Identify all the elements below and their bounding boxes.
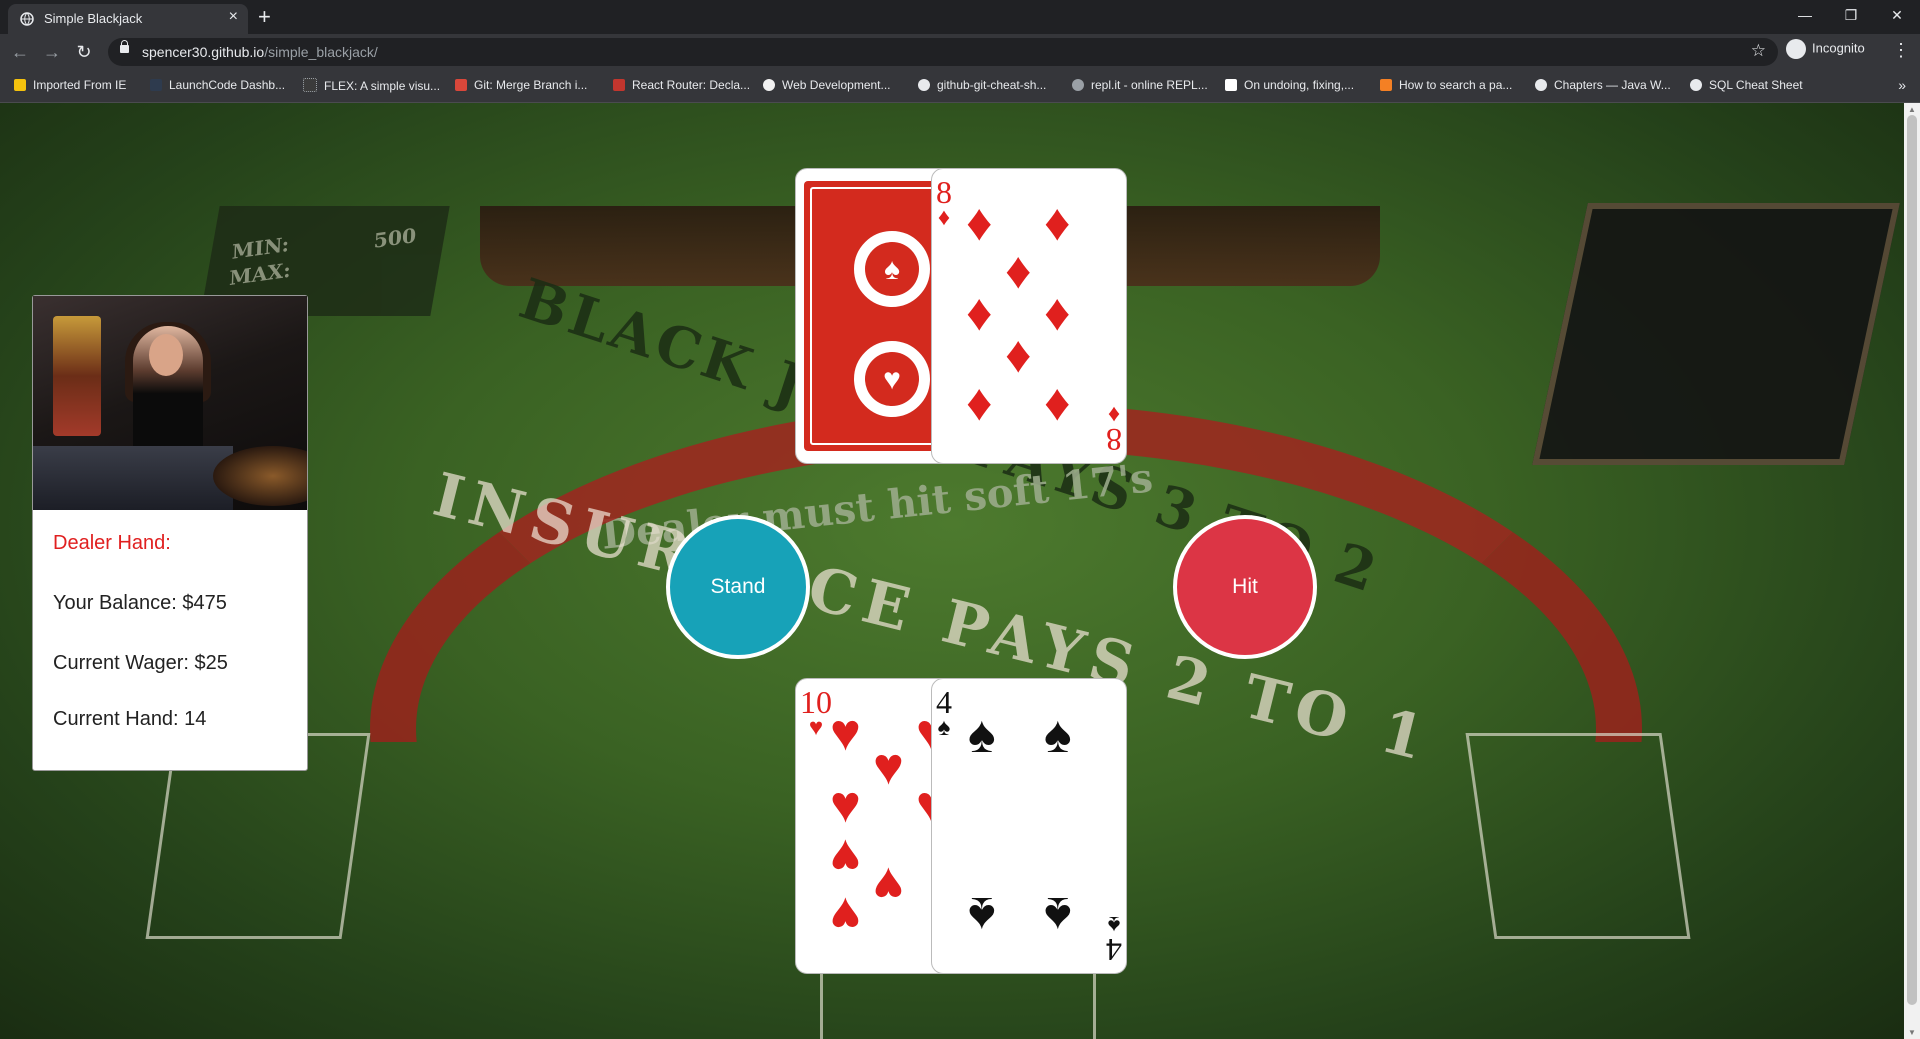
bookmark-item[interactable]: Git: Merge Branch i... xyxy=(455,78,587,92)
url-text: spencer30.github.io/simple_blackjack/ xyxy=(142,44,378,60)
current-hand-text: Current Hand: 14 xyxy=(53,708,207,730)
browser-toolbar: ← → ↻ spencer30.github.io/simple_blackja… xyxy=(0,34,1920,70)
back-icon[interactable]: ← xyxy=(8,40,32,64)
bookmark-favicon xyxy=(1380,79,1392,91)
bookmark-item[interactable]: LaunchCode Dashb... xyxy=(150,78,285,92)
globe-icon xyxy=(1535,79,1547,91)
stand-button[interactable]: Stand xyxy=(666,515,810,659)
menu-icon[interactable]: ⋮ xyxy=(1892,40,1910,61)
bookmarks-overflow-icon[interactable]: » xyxy=(1898,77,1906,93)
diamond-pip-icon: ♦ xyxy=(966,194,993,252)
diamond-pip-icon: ♦ xyxy=(1044,284,1071,342)
hit-button[interactable]: Hit xyxy=(1173,515,1317,659)
spade-pip-icon: ♠ xyxy=(968,706,996,764)
bookmark-favicon xyxy=(1072,79,1084,91)
dealer-card-8-diamonds: 8 ♦ 8 ♦ ♦ ♦ ♦ ♦ ♦ ♦ ♦ ♦ xyxy=(931,168,1127,464)
slot-machine xyxy=(53,316,101,436)
betting-box xyxy=(1465,733,1691,939)
bookmark-star-icon[interactable]: ☆ xyxy=(1751,41,1766,61)
heart-pip-icon: ♥ xyxy=(873,856,904,914)
bookmark-favicon xyxy=(1225,79,1237,91)
card-corner: 4 ♠ xyxy=(936,684,952,741)
heart-pip-icon: ♥ xyxy=(830,704,861,762)
balance-text: Your Balance: $475 xyxy=(53,592,227,614)
tab-title: Simple Blackjack xyxy=(44,11,143,26)
heart-pip-icon: ♥ xyxy=(830,776,861,834)
new-tab-button[interactable]: + xyxy=(258,4,271,30)
window-close-icon[interactable]: ✕ xyxy=(1874,0,1920,32)
incognito-icon xyxy=(1786,39,1806,59)
scroll-down-icon[interactable]: ▼ xyxy=(1908,1028,1916,1037)
casino-dealer-photo xyxy=(33,296,307,510)
folder-icon xyxy=(14,79,26,91)
bookmark-favicon xyxy=(763,79,775,91)
spade-seal-icon xyxy=(854,231,930,307)
spade-pip-icon: ♠ xyxy=(1044,706,1072,764)
globe-icon xyxy=(918,79,930,91)
page-scrollbar[interactable]: ▲ ▼ xyxy=(1904,103,1920,1039)
diamond-pip-icon: ♦ xyxy=(966,374,993,432)
spade-pip-icon: ♠ xyxy=(968,886,996,944)
bookmark-item[interactable]: Imported From IE xyxy=(14,78,126,92)
dealer-hand-label: Dealer Hand: xyxy=(53,532,171,554)
bookmark-item[interactable]: FLEX: A simple visu... xyxy=(303,78,440,93)
card-corner: 8 ♦ xyxy=(1106,401,1122,458)
restore-icon[interactable]: ❐ xyxy=(1828,0,1874,32)
game-info-card: Dealer Hand: Your Balance: $475 Current … xyxy=(32,295,308,771)
bookmark-item[interactable]: SQL Cheat Sheet xyxy=(1690,78,1803,92)
player-card-4-spades: 4 ♠ 4 ♠ ♠ ♠ ♠ ♠ xyxy=(931,678,1127,974)
card-corner: 4 ♠ xyxy=(1106,911,1122,968)
bookmarks-bar: Imported From IE LaunchCode Dashb... FLE… xyxy=(0,70,1920,103)
card-corner: 8 ♦ xyxy=(936,174,952,231)
diamond-pip-icon: ♦ xyxy=(1044,194,1071,252)
bookmark-item[interactable]: github-git-cheat-sh... xyxy=(918,78,1046,92)
address-bar[interactable]: spencer30.github.io/simple_blackjack/ ☆ xyxy=(108,38,1778,66)
tab-strip: Simple Blackjack × + — ❐ ✕ xyxy=(0,0,1920,34)
lock-icon xyxy=(120,40,129,53)
tab-close-icon[interactable]: × xyxy=(229,8,238,26)
heart-pip-icon: ♥ xyxy=(830,886,861,944)
dealer-face xyxy=(149,334,183,376)
bookmark-favicon xyxy=(150,79,162,91)
scroll-up-icon[interactable]: ▲ xyxy=(1908,105,1916,114)
diamond-pip-icon: ♦ xyxy=(1005,326,1032,384)
bookmark-item[interactable]: On undoing, fixing,... xyxy=(1225,78,1354,92)
bookmark-favicon xyxy=(613,79,625,91)
card-shoe xyxy=(1532,203,1900,465)
bookmark-item[interactable]: repl.it - online REPL... xyxy=(1072,78,1208,92)
bookmark-item[interactable]: Web Development... xyxy=(763,78,891,92)
reload-icon[interactable]: ↻ xyxy=(72,40,96,64)
globe-icon xyxy=(20,12,34,26)
heart-seal-icon xyxy=(854,341,930,417)
diamond-pip-icon: ♦ xyxy=(966,284,993,342)
globe-icon xyxy=(1690,79,1702,91)
spade-pip-icon: ♠ xyxy=(1044,886,1072,944)
bookmark-item[interactable]: Chapters — Java W... xyxy=(1535,78,1671,92)
incognito-indicator[interactable]: Incognito xyxy=(1786,39,1865,59)
diamond-pip-icon: ♦ xyxy=(1005,242,1032,300)
limit-value: 500 xyxy=(373,223,417,253)
heart-pip-icon: ♥ xyxy=(830,828,861,886)
bookmark-favicon xyxy=(455,79,467,91)
bookmark-item[interactable]: React Router: Decla... xyxy=(613,78,750,92)
forward-icon[interactable]: → xyxy=(40,40,64,64)
heart-pip-icon: ♥ xyxy=(873,738,904,796)
wager-text: Current Wager: $25 xyxy=(53,652,228,674)
active-tab[interactable]: Simple Blackjack × xyxy=(8,4,248,34)
bookmark-item[interactable]: How to search a pa... xyxy=(1380,78,1512,92)
card-corner: 10 ♥ xyxy=(800,684,832,741)
roulette-table xyxy=(33,446,233,510)
bookmark-favicon xyxy=(303,78,317,92)
scroll-thumb[interactable] xyxy=(1907,115,1917,1005)
diamond-pip-icon: ♦ xyxy=(1044,374,1071,432)
minimize-icon[interactable]: — xyxy=(1782,0,1828,32)
